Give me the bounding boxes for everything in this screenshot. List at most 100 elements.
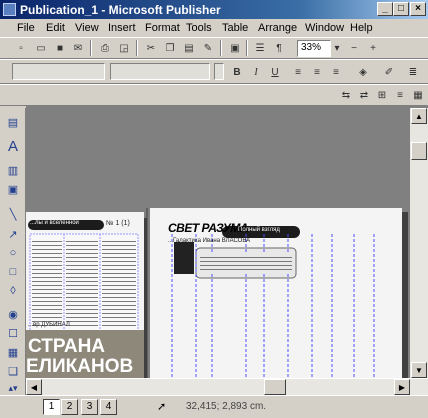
zoom-field[interactable]: 33% bbox=[297, 40, 331, 57]
menu-arrange[interactable]: Arrange bbox=[258, 22, 297, 34]
line-style-small-icon[interactable]: ≡ bbox=[392, 87, 408, 103]
cursor-position-icon: ➚ bbox=[157, 401, 167, 413]
page-button-4[interactable]: 4 bbox=[100, 399, 117, 415]
rectangle-tool-icon[interactable]: □ bbox=[5, 264, 21, 280]
copy-icon[interactable]: ❐ bbox=[162, 40, 178, 56]
align-left-icon[interactable]: ≡ bbox=[290, 64, 306, 80]
zoom-dropdown-icon[interactable]: ▾ bbox=[331, 40, 343, 56]
fill-color-icon[interactable]: ◈ bbox=[355, 64, 371, 80]
print-preview-icon[interactable]: ◲ bbox=[116, 40, 132, 56]
menu-insert[interactable]: Insert bbox=[108, 22, 136, 34]
menu-help[interactable]: Help bbox=[350, 22, 373, 34]
left-column-2-text[interactable] bbox=[66, 238, 98, 326]
intro-text-box[interactable] bbox=[200, 254, 292, 272]
hot-spot-icon[interactable]: ◉ bbox=[5, 306, 21, 322]
insert-picture-icon[interactable]: ▣ bbox=[227, 40, 243, 56]
scroll-up-icon[interactable]: ▲ bbox=[411, 108, 427, 124]
zoom-in-icon[interactable]: + bbox=[365, 40, 381, 56]
scroll-right-icon[interactable]: ▶ bbox=[394, 379, 410, 395]
standard-toolbar: ▫ ▭ ■ ✉ ⎙ ◲ ✂ ❐ ▤ ✎ ▣ ☰ ¶ 33% ▾ − + bbox=[0, 37, 428, 59]
text-box-icon[interactable]: A bbox=[5, 138, 21, 155]
publisher-app-icon[interactable] bbox=[3, 3, 16, 16]
article-subhead[interactable]: ...Галактика Ивана ВЛАСОВА bbox=[168, 238, 250, 244]
toolbar-separator bbox=[136, 40, 138, 56]
toolbar-separator bbox=[220, 40, 222, 56]
html-fragment-icon[interactable]: ▦ bbox=[5, 344, 21, 360]
left-column-1-text[interactable] bbox=[32, 238, 62, 326]
vertical-scrollbar[interactable]: ▲ ▼ bbox=[410, 108, 428, 378]
custom-shapes-icon[interactable]: ◊ bbox=[5, 283, 21, 299]
cut-icon[interactable]: ✂ bbox=[143, 40, 159, 56]
menu-table[interactable]: Table bbox=[222, 22, 248, 34]
pointer-icon[interactable]: ▤ bbox=[5, 114, 21, 130]
workspace[interactable]: ...лы и вселенной № 1 (1) ...вр ДУБИНАЛ … bbox=[26, 108, 410, 378]
group-icon[interactable]: ⊞ bbox=[374, 87, 390, 103]
toolbar-separator bbox=[246, 40, 248, 56]
align-right-icon[interactable]: ≡ bbox=[328, 64, 344, 80]
bring-forward-icon[interactable]: ⇆ bbox=[338, 87, 354, 103]
menu-bar: File Edit View Insert Format Tools Table… bbox=[0, 19, 428, 37]
toolbar-separator bbox=[90, 40, 92, 56]
maximize-button[interactable]: □ bbox=[393, 2, 409, 16]
shadow-icon[interactable]: ▦ bbox=[410, 87, 426, 103]
line-tool-icon[interactable]: ╲ bbox=[5, 206, 21, 222]
form-control-icon[interactable]: ☐ bbox=[5, 325, 21, 341]
save-icon[interactable]: ■ bbox=[52, 40, 68, 56]
expand-toolbar-icon[interactable]: ▴▾ bbox=[5, 380, 21, 396]
objects-toolbar: ▤ A ▥ ▣ ╲ ↗ ○ □ ◊ ◉ ☐ ▦ ❑ ▴▾ bbox=[0, 108, 26, 398]
zoom-out-icon[interactable]: − bbox=[346, 40, 362, 56]
headline-velikanov[interactable]: ЕЛИКАНОВ bbox=[26, 356, 133, 378]
masthead-pill-text[interactable]: Полный взгляд bbox=[238, 227, 280, 233]
font-size-field[interactable] bbox=[214, 63, 224, 80]
left-banner-text[interactable]: ...лы и вселенной bbox=[30, 220, 79, 226]
arrow-tool-icon[interactable]: ↗ bbox=[5, 226, 21, 242]
menu-window[interactable]: Window bbox=[305, 22, 344, 34]
design-gallery-icon[interactable]: ❑ bbox=[5, 363, 21, 379]
vertical-scroll-thumb[interactable] bbox=[411, 142, 427, 160]
scroll-left-icon[interactable]: ◀ bbox=[26, 379, 42, 395]
menu-edit[interactable]: Edit bbox=[46, 22, 65, 34]
menu-tools[interactable]: Tools bbox=[186, 22, 212, 34]
italic-icon[interactable]: I bbox=[248, 64, 264, 80]
menu-format[interactable]: Format bbox=[145, 22, 180, 34]
line-color-icon[interactable]: ✐ bbox=[381, 64, 397, 80]
style-field[interactable] bbox=[12, 63, 105, 80]
left-column-3-text[interactable] bbox=[102, 238, 136, 326]
arrange-toolbar: ⇆ ⇄ ⊞ ≡ ▦ bbox=[0, 84, 428, 106]
horizontal-scrollbar[interactable]: ◀ ▶ bbox=[26, 378, 428, 395]
issue-number[interactable]: № 1 (1) bbox=[106, 220, 130, 227]
table-frame-icon[interactable]: ▥ bbox=[5, 162, 21, 178]
masthead-logo[interactable]: СВЕТ РАЗУМА bbox=[168, 221, 249, 235]
horizontal-scroll-thumb[interactable] bbox=[264, 379, 286, 395]
minimize-button[interactable]: _ bbox=[377, 2, 393, 16]
open-icon[interactable]: ▭ bbox=[33, 40, 49, 56]
title-bar: Publication_1 - Microsoft Publisher _ □ … bbox=[0, 0, 428, 19]
font-field[interactable] bbox=[110, 63, 210, 80]
status-bar: 1 2 3 4 ➚ 32,415; 2,893 cm. bbox=[0, 395, 428, 418]
bold-icon[interactable]: B bbox=[229, 64, 245, 80]
line-style-icon[interactable]: ≣ bbox=[405, 64, 421, 80]
align-center-icon[interactable]: ≡ bbox=[309, 64, 325, 80]
picture-frame-icon[interactable]: ▣ bbox=[5, 181, 21, 197]
oval-tool-icon[interactable]: ○ bbox=[5, 245, 21, 261]
menu-file[interactable]: File bbox=[17, 22, 35, 34]
pilcrow-icon[interactable]: ¶ bbox=[271, 40, 287, 56]
scroll-down-icon[interactable]: ▼ bbox=[411, 362, 427, 378]
window-title: Publication_1 - Microsoft Publisher bbox=[20, 3, 221, 17]
print-icon[interactable]: ⎙ bbox=[97, 40, 113, 56]
page-button-3[interactable]: 3 bbox=[81, 399, 98, 415]
headline-strana[interactable]: СТРАНА bbox=[28, 336, 105, 358]
formatting-toolbar: B I U ≡ ≡ ≡ ◈ ✐ ≣ bbox=[0, 59, 428, 84]
underline-icon[interactable]: U bbox=[267, 64, 283, 80]
send-backward-icon[interactable]: ⇄ bbox=[356, 87, 372, 103]
left-footer-text[interactable]: ...вр ДУБИНАЛ bbox=[28, 322, 70, 328]
email-icon[interactable]: ✉ bbox=[70, 40, 86, 56]
menu-view[interactable]: View bbox=[75, 22, 99, 34]
page-button-2[interactable]: 2 bbox=[61, 399, 78, 415]
page-button-1[interactable]: 1 bbox=[43, 399, 60, 415]
format-painter-icon[interactable]: ✎ bbox=[200, 40, 216, 56]
paste-icon[interactable]: ▤ bbox=[181, 40, 197, 56]
close-button[interactable]: × bbox=[410, 2, 426, 16]
columns-icon[interactable]: ☰ bbox=[252, 40, 268, 56]
new-icon[interactable]: ▫ bbox=[13, 40, 29, 56]
